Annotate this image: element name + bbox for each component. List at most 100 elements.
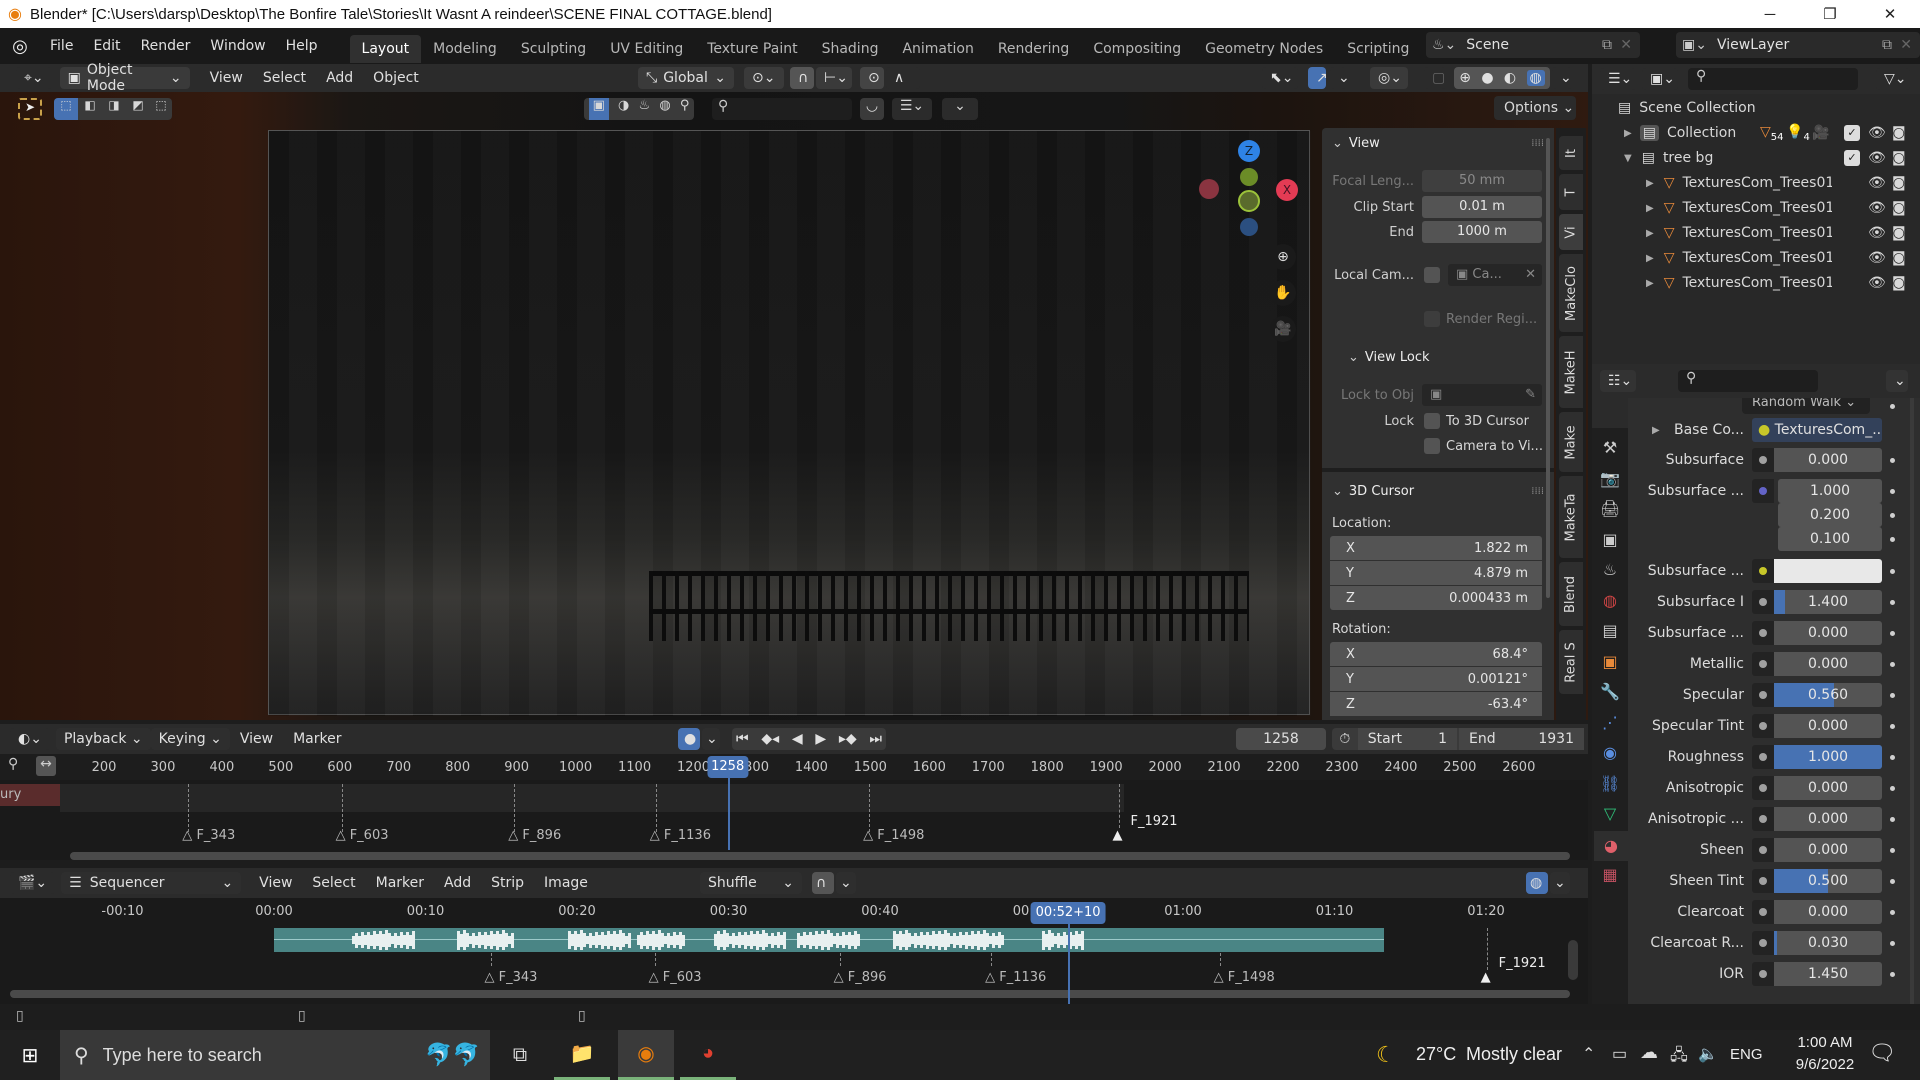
viewport-menu-object[interactable]: Object [363, 70, 429, 86]
playback-menu[interactable]: Playback ⌄ [55, 728, 151, 750]
keyframe-dot[interactable] [1890, 537, 1895, 542]
jump-end-icon[interactable]: ⏭ [869, 731, 882, 747]
timeline-marker[interactable]: △ F_343 [182, 828, 235, 843]
keyframe-dot[interactable] [1890, 458, 1895, 463]
timeline-range-icon[interactable]: ↔ [36, 756, 56, 776]
sequencer-menu-view[interactable]: View [249, 875, 302, 891]
current-frame-field[interactable]: 1258 [1236, 728, 1326, 750]
object-name[interactable]: TexturesCom_Trees01 [1682, 250, 1832, 266]
input-socket-icon[interactable] [1752, 448, 1774, 472]
chrome-icon[interactable]: ◕ [680, 1030, 736, 1080]
clock-date[interactable]: 9/6/2022 [1790, 1056, 1860, 1073]
keying-menu[interactable]: Keying ⌄ [150, 728, 230, 750]
expand-arrow-icon[interactable]: ▶ [1646, 203, 1654, 214]
clip-end-field[interactable]: 1000 m [1422, 221, 1542, 243]
solid-shading-icon[interactable]: ● [1481, 70, 1493, 86]
input-socket-icon[interactable] [1752, 931, 1774, 955]
cursor-location-x[interactable]: X 1.822 m [1330, 536, 1542, 560]
filter-object-icon[interactable]: ▣ [588, 98, 609, 120]
input-socket-icon[interactable] [1752, 479, 1774, 503]
constraints-icon[interactable]: ⛓ [1600, 774, 1620, 793]
particles-icon[interactable]: ⋰ [1600, 713, 1620, 732]
view-layer-icon[interactable]: ▣⌄ [1642, 68, 1678, 90]
lock-to-object-field[interactable]: ▣ ✎ [1422, 384, 1542, 406]
viewlayer-selector[interactable]: ▣⌄ ViewLayer ⧉ ✕ [1676, 32, 1920, 58]
subsurface-method-dropdown[interactable]: Random Walk ⌄ [1742, 398, 1870, 414]
sequencer-vscrollbar[interactable] [1568, 940, 1578, 980]
tab-animation[interactable]: Animation [890, 35, 985, 63]
clock-time[interactable]: 1:00 AM [1790, 1034, 1860, 1051]
notification-center-icon[interactable]: 🗨 [1868, 1040, 1896, 1066]
object-icon[interactable]: ▣ [1600, 652, 1620, 671]
collection-icon[interactable]: ▤ [1600, 621, 1620, 640]
overlays-toggle[interactable]: ◎⌄ [1370, 67, 1408, 89]
sidebar-tab-vi[interactable]: Vi [1559, 214, 1583, 250]
scene-selector[interactable]: ♨⌄ Scene ⧉ ✕ [1426, 32, 1640, 58]
drag-handle-icon[interactable]: ⁞⁞⁞⁞ [1531, 486, 1544, 497]
prev-keyframe-icon[interactable]: ◆◂ [761, 731, 779, 747]
sequencer-menu-strip[interactable]: Strip [481, 875, 534, 891]
rendered-shading-icon[interactable]: ◍ [1526, 70, 1545, 86]
keyframe-dot[interactable] [1890, 600, 1895, 605]
stopwatch-icon[interactable]: ⏱ [1332, 731, 1358, 747]
delete-viewlayer-icon[interactable]: ✕ [1900, 37, 1912, 53]
select-intersect-icon[interactable]: ⬚ [150, 98, 172, 120]
render-camera-icon[interactable]: ◙ [1892, 175, 1906, 191]
render-camera-icon[interactable]: ◙ [1892, 275, 1906, 291]
falloff-dropdown[interactable]: ∧ [886, 67, 920, 89]
keyframe-dot[interactable] [1890, 755, 1895, 760]
timeline-marker[interactable]: △ F_603 [336, 828, 389, 843]
curve-toggle[interactable]: ◡ [860, 98, 884, 120]
render-camera-icon[interactable]: ◙ [1892, 250, 1906, 266]
collapse-cursor-icon[interactable]: ⌄ [1322, 484, 1343, 499]
weather-moon-icon[interactable]: ☾ [1376, 1042, 1396, 1068]
local-camera-checkbox[interactable] [1424, 267, 1440, 283]
property-value-field[interactable]: 0.500 [1774, 869, 1882, 893]
sequencer-marker[interactable]: △ F_1136 [985, 970, 1046, 985]
view-panel-title[interactable]: View [1343, 136, 1380, 151]
pivot-point-dropdown[interactable]: ⊙⌄ [744, 67, 784, 89]
visibility-eye-icon[interactable]: 👁 [1868, 150, 1886, 166]
sequencer-marker[interactable]: △ F_1498 [1214, 970, 1275, 985]
input-socket-icon[interactable] [1752, 900, 1774, 924]
language-indicator[interactable]: ENG [1730, 1046, 1763, 1063]
sequencer-current-time[interactable]: 00:52+10 [1030, 902, 1106, 924]
sequencer-timeline[interactable]: -00:1000:0000:1000:2000:3000:4000:5001:0… [0, 898, 1588, 1008]
keyframe-dot[interactable] [1890, 817, 1895, 822]
pan-hand-icon[interactable]: ✋ [1270, 280, 1296, 306]
input-socket-icon[interactable] [1752, 776, 1774, 800]
visibility-eye-icon[interactable]: 👁 [1868, 125, 1886, 141]
maximize-button[interactable]: ❐ [1800, 0, 1860, 28]
shading-dropdown[interactable]: ⌄ [1552, 67, 1572, 89]
keyframe-dot[interactable] [1890, 489, 1895, 494]
property-value-field[interactable]: 0.030 [1774, 931, 1882, 955]
sequencer-overlays-toggle[interactable]: ◍ [1526, 872, 1548, 894]
display-mode-dropdown[interactable]: ☰⌄ [1600, 68, 1636, 90]
timeline-marker[interactable]: △ F_1136 [650, 828, 711, 843]
blender-taskbar-icon[interactable]: ◉ [618, 1030, 674, 1080]
property-value-field[interactable]: 0.000 [1774, 807, 1882, 831]
render-camera-icon[interactable]: ◙ [1892, 200, 1906, 216]
selectability-dropdown[interactable]: ⬉⌄ [1262, 67, 1298, 89]
gizmo-neg-z[interactable] [1240, 218, 1258, 236]
volume-icon[interactable]: 🔈 [1698, 1044, 1718, 1064]
clip-start-field[interactable]: 0.01 m [1422, 196, 1542, 218]
expand-arrow-icon[interactable]: ▶ [1646, 228, 1654, 239]
keyframe-dot[interactable] [1890, 910, 1895, 915]
tab-scripting[interactable]: Scripting [1335, 35, 1421, 63]
auto-keying-toggle[interactable]: ● [678, 728, 700, 750]
keyframe-dot[interactable] [1890, 786, 1895, 791]
mode-dropdown[interactable]: ▣ Object Mode ⌄ [59, 62, 190, 94]
keyframe-dot[interactable] [1890, 941, 1895, 946]
expand-arrow-icon[interactable]: ▶ [1646, 278, 1654, 289]
select-new-icon[interactable]: ⬚ [54, 98, 78, 120]
material-shading-icon[interactable]: ◐ [1504, 70, 1516, 86]
input-socket-icon[interactable] [1752, 869, 1774, 893]
property-value-field[interactable] [1774, 559, 1882, 583]
scene-name[interactable]: Scene [1466, 37, 1509, 53]
property-value-field[interactable]: 0.000 [1774, 448, 1882, 472]
properties-options-dropdown[interactable]: ⌄ [1886, 370, 1908, 392]
sequencer-menu-select[interactable]: Select [302, 875, 365, 891]
view-layer-icon[interactable]: ▣ [1600, 530, 1620, 549]
modifier-icon[interactable]: 🔧 [1600, 682, 1620, 701]
